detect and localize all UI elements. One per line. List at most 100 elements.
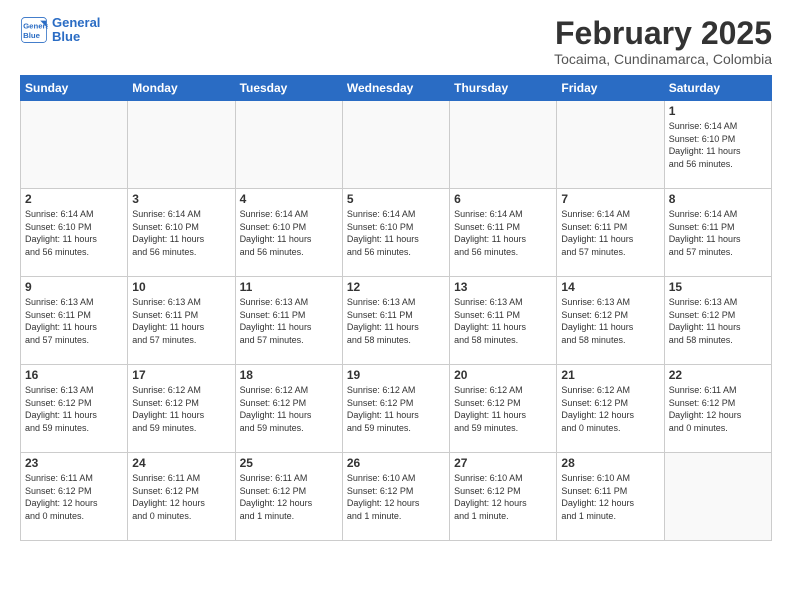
- day-info: Sunrise: 6:11 AM Sunset: 6:12 PM Dayligh…: [240, 472, 338, 522]
- calendar-cell: 17 Sunrise: 6:12 AM Sunset: 6:12 PM Dayli…: [128, 365, 235, 453]
- calendar-cell: 26 Sunrise: 6:10 AM Sunset: 6:12 PM Dayli…: [342, 453, 449, 541]
- calendar-cell: 6Sunrise: 6:14 AM Sunset: 6:11 PM Daylig…: [450, 189, 557, 277]
- calendar-table: SundayMondayTuesdayWednesdayThursdayFrid…: [20, 75, 772, 541]
- day-number: 21: [561, 368, 659, 382]
- day-info: Sunrise: 6:12 AM Sunset: 6:12 PM Dayligh…: [454, 384, 552, 434]
- day-info: Sunrise: 6:14 AM Sunset: 6:11 PM Dayligh…: [669, 208, 767, 258]
- day-info: Sunrise: 6:13 AM Sunset: 6:12 PM Dayligh…: [669, 296, 767, 346]
- day-number: 6: [454, 192, 552, 206]
- calendar-cell: 9 Sunrise: 6:13 AM Sunset: 6:11 PM Daylig…: [21, 277, 128, 365]
- day-number: 2: [25, 192, 123, 206]
- calendar-cell: [557, 101, 664, 189]
- week-row-2: 9 Sunrise: 6:13 AM Sunset: 6:11 PM Daylig…: [21, 277, 772, 365]
- day-info: Sunrise: 6:13 AM Sunset: 6:11 PM Dayligh…: [347, 296, 445, 346]
- calendar-cell: 1Sunrise: 6:14 AM Sunset: 6:10 PM Daylig…: [664, 101, 771, 189]
- calendar-cell: [21, 101, 128, 189]
- day-number: 13: [454, 280, 552, 294]
- calendar-cell: 13 Sunrise: 6:13 AM Sunset: 6:11 PM Dayli…: [450, 277, 557, 365]
- calendar-cell: 21 Sunrise: 6:12 AM Sunset: 6:12 PM Dayli…: [557, 365, 664, 453]
- calendar-cell: 12 Sunrise: 6:13 AM Sunset: 6:11 PM Dayli…: [342, 277, 449, 365]
- logo: General Blue General Blue: [20, 16, 100, 45]
- day-number: 28: [561, 456, 659, 470]
- header-friday: Friday: [557, 76, 664, 101]
- calendar-subtitle: Tocaima, Cundinamarca, Colombia: [554, 51, 772, 67]
- day-info: Sunrise: 6:13 AM Sunset: 6:12 PM Dayligh…: [561, 296, 659, 346]
- calendar-cell: 18Sunrise: 6:12 AM Sunset: 6:12 PM Dayli…: [235, 365, 342, 453]
- day-number: 18: [240, 368, 338, 382]
- header-sunday: Sunday: [21, 76, 128, 101]
- day-info: Sunrise: 6:12 AM Sunset: 6:12 PM Dayligh…: [347, 384, 445, 434]
- calendar-cell: 24 Sunrise: 6:11 AM Sunset: 6:12 PM Dayli…: [128, 453, 235, 541]
- calendar-cell: 3 Sunrise: 6:14 AM Sunset: 6:10 PM Daylig…: [128, 189, 235, 277]
- calendar-cell: 4 Sunrise: 6:14 AM Sunset: 6:10 PM Daylig…: [235, 189, 342, 277]
- calendar-title: February 2025: [554, 16, 772, 51]
- day-number: 4: [240, 192, 338, 206]
- calendar-cell: 15 Sunrise: 6:13 AM Sunset: 6:12 PM Dayli…: [664, 277, 771, 365]
- day-info: Sunrise: 6:10 AM Sunset: 6:12 PM Dayligh…: [347, 472, 445, 522]
- calendar-cell: 11 Sunrise: 6:13 AM Sunset: 6:11 PM Dayli…: [235, 277, 342, 365]
- day-number: 15: [669, 280, 767, 294]
- day-number: 24: [132, 456, 230, 470]
- week-row-4: 23 Sunrise: 6:11 AM Sunset: 6:12 PM Dayli…: [21, 453, 772, 541]
- calendar-cell: 23Sunrise: 6:11 AM Sunset: 6:12 PM Dayli…: [21, 453, 128, 541]
- week-row-3: 16Sunrise: 6:13 AM Sunset: 6:12 PM Dayli…: [21, 365, 772, 453]
- calendar-cell: 14 Sunrise: 6:13 AM Sunset: 6:12 PM Dayli…: [557, 277, 664, 365]
- calendar-cell: 20 Sunrise: 6:12 AM Sunset: 6:12 PM Dayli…: [450, 365, 557, 453]
- day-number: 11: [240, 280, 338, 294]
- header-saturday: Saturday: [664, 76, 771, 101]
- day-info: Sunrise: 6:14 AM Sunset: 6:10 PM Dayligh…: [347, 208, 445, 258]
- svg-text:Blue: Blue: [23, 31, 41, 40]
- day-info: Sunrise: 6:14 AM Sunset: 6:10 PM Dayligh…: [25, 208, 123, 258]
- day-number: 3: [132, 192, 230, 206]
- calendar-cell: 25Sunrise: 6:11 AM Sunset: 6:12 PM Dayli…: [235, 453, 342, 541]
- day-info: Sunrise: 6:13 AM Sunset: 6:11 PM Dayligh…: [240, 296, 338, 346]
- day-number: 5: [347, 192, 445, 206]
- day-number: 17: [132, 368, 230, 382]
- calendar-cell: 7 Sunrise: 6:14 AM Sunset: 6:11 PM Daylig…: [557, 189, 664, 277]
- header-wednesday: Wednesday: [342, 76, 449, 101]
- title-block: February 2025 Tocaima, Cundinamarca, Col…: [554, 16, 772, 67]
- logo-line1: General: [52, 16, 100, 30]
- calendar-cell: 28Sunrise: 6:10 AM Sunset: 6:11 PM Dayli…: [557, 453, 664, 541]
- header: General Blue General Blue February 2025 …: [20, 16, 772, 67]
- calendar-cell: 2 Sunrise: 6:14 AM Sunset: 6:10 PM Daylig…: [21, 189, 128, 277]
- page: General Blue General Blue February 2025 …: [0, 0, 792, 612]
- day-number: 12: [347, 280, 445, 294]
- day-info: Sunrise: 6:12 AM Sunset: 6:12 PM Dayligh…: [132, 384, 230, 434]
- day-info: Sunrise: 6:12 AM Sunset: 6:12 PM Dayligh…: [561, 384, 659, 434]
- calendar-cell: 5 Sunrise: 6:14 AM Sunset: 6:10 PM Daylig…: [342, 189, 449, 277]
- day-info: Sunrise: 6:13 AM Sunset: 6:11 PM Dayligh…: [25, 296, 123, 346]
- header-monday: Monday: [128, 76, 235, 101]
- day-number: 10: [132, 280, 230, 294]
- day-info: Sunrise: 6:14 AM Sunset: 6:10 PM Dayligh…: [240, 208, 338, 258]
- day-number: 22: [669, 368, 767, 382]
- day-number: 16: [25, 368, 123, 382]
- calendar-cell: [235, 101, 342, 189]
- header-thursday: Thursday: [450, 76, 557, 101]
- day-info: Sunrise: 6:14 AM Sunset: 6:10 PM Dayligh…: [669, 120, 767, 170]
- day-info: Sunrise: 6:10 AM Sunset: 6:12 PM Dayligh…: [454, 472, 552, 522]
- day-info: Sunrise: 6:13 AM Sunset: 6:11 PM Dayligh…: [454, 296, 552, 346]
- day-number: 14: [561, 280, 659, 294]
- day-number: 23: [25, 456, 123, 470]
- calendar-cell: [128, 101, 235, 189]
- day-info: Sunrise: 6:13 AM Sunset: 6:11 PM Dayligh…: [132, 296, 230, 346]
- calendar-cell: 10 Sunrise: 6:13 AM Sunset: 6:11 PM Dayli…: [128, 277, 235, 365]
- day-info: Sunrise: 6:14 AM Sunset: 6:10 PM Dayligh…: [132, 208, 230, 258]
- day-number: 20: [454, 368, 552, 382]
- calendar-cell: 27 Sunrise: 6:10 AM Sunset: 6:12 PM Dayli…: [450, 453, 557, 541]
- day-number: 7: [561, 192, 659, 206]
- day-info: Sunrise: 6:14 AM Sunset: 6:11 PM Dayligh…: [561, 208, 659, 258]
- calendar-cell: 8 Sunrise: 6:14 AM Sunset: 6:11 PM Daylig…: [664, 189, 771, 277]
- day-number: 8: [669, 192, 767, 206]
- header-tuesday: Tuesday: [235, 76, 342, 101]
- day-info: Sunrise: 6:11 AM Sunset: 6:12 PM Dayligh…: [669, 384, 767, 434]
- calendar-cell: [342, 101, 449, 189]
- logo-line2: Blue: [52, 30, 80, 44]
- day-number: 27: [454, 456, 552, 470]
- day-info: Sunrise: 6:11 AM Sunset: 6:12 PM Dayligh…: [132, 472, 230, 522]
- calendar-cell: 16Sunrise: 6:13 AM Sunset: 6:12 PM Dayli…: [21, 365, 128, 453]
- day-number: 9: [25, 280, 123, 294]
- day-number: 26: [347, 456, 445, 470]
- calendar-cell: 22 Sunrise: 6:11 AM Sunset: 6:12 PM Dayli…: [664, 365, 771, 453]
